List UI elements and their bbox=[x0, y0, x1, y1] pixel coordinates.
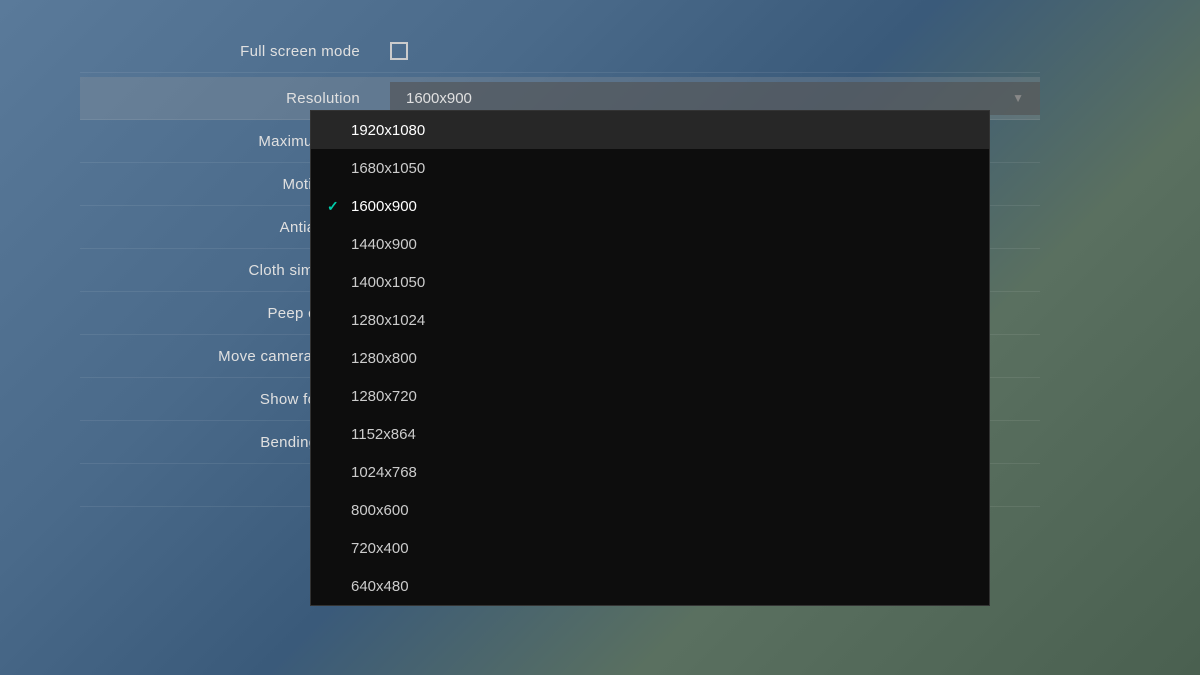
resolution-option-640x480[interactable]: 640x480 bbox=[311, 567, 989, 605]
resolution-option-label: 1440x900 bbox=[351, 236, 417, 253]
fullscreen-label: Full screen mode bbox=[80, 43, 390, 60]
resolution-option-1024x768[interactable]: 1024x768 bbox=[311, 453, 989, 491]
resolution-option-label: 640x480 bbox=[351, 578, 409, 595]
resolution-option-label: 1024x768 bbox=[351, 464, 417, 481]
resolution-option-label: 720x400 bbox=[351, 540, 409, 557]
resolution-option-1440x900[interactable]: 1440x900 bbox=[311, 225, 989, 263]
resolution-current-value: 1600x900 bbox=[406, 90, 472, 107]
resolution-option-1600x900[interactable]: ✓ 1600x900 bbox=[311, 187, 989, 225]
resolution-dropdown-list: 1920x1080 1680x1050 ✓ 1600x900 1440x900 1400x… bbox=[310, 110, 990, 606]
resolution-option-1280x1024[interactable]: 1280x1024 bbox=[311, 301, 989, 339]
checkmark-icon: ✓ bbox=[327, 198, 339, 215]
dropdown-arrow-icon: ▼ bbox=[1012, 91, 1024, 105]
resolution-option-1280x800[interactable]: 1280x800 bbox=[311, 339, 989, 377]
resolution-option-1400x1050[interactable]: 1400x1050 bbox=[311, 263, 989, 301]
resolution-option-720x400[interactable]: 720x400 bbox=[311, 529, 989, 567]
resolution-option-label: 1280x800 bbox=[351, 350, 417, 367]
resolution-label: Resolution bbox=[80, 90, 390, 107]
resolution-option-1280x720[interactable]: 1280x720 bbox=[311, 377, 989, 415]
resolution-option-label: 800x600 bbox=[351, 502, 409, 519]
resolution-option-label: 1400x1050 bbox=[351, 274, 425, 291]
resolution-option-1920x1080[interactable]: 1920x1080 bbox=[311, 111, 989, 149]
resolution-option-label: 1152x864 bbox=[351, 426, 416, 443]
fullscreen-checkbox[interactable] bbox=[390, 42, 408, 60]
resolution-option-label: 1280x720 bbox=[351, 388, 417, 405]
resolution-option-1680x1050[interactable]: 1680x1050 bbox=[311, 149, 989, 187]
resolution-option-label: 1600x900 bbox=[351, 198, 417, 215]
resolution-option-label: 1280x1024 bbox=[351, 312, 425, 329]
checkbox-wrapper bbox=[390, 42, 1040, 60]
resolution-option-1152x864[interactable]: 1152x864 bbox=[311, 415, 989, 453]
fullscreen-control bbox=[390, 42, 1040, 60]
resolution-option-label: 1680x1050 bbox=[351, 160, 425, 177]
resolution-option-800x600[interactable]: 800x600 bbox=[311, 491, 989, 529]
fullscreen-row: Full screen mode bbox=[80, 30, 1040, 73]
resolution-option-label: 1920x1080 bbox=[351, 122, 425, 139]
